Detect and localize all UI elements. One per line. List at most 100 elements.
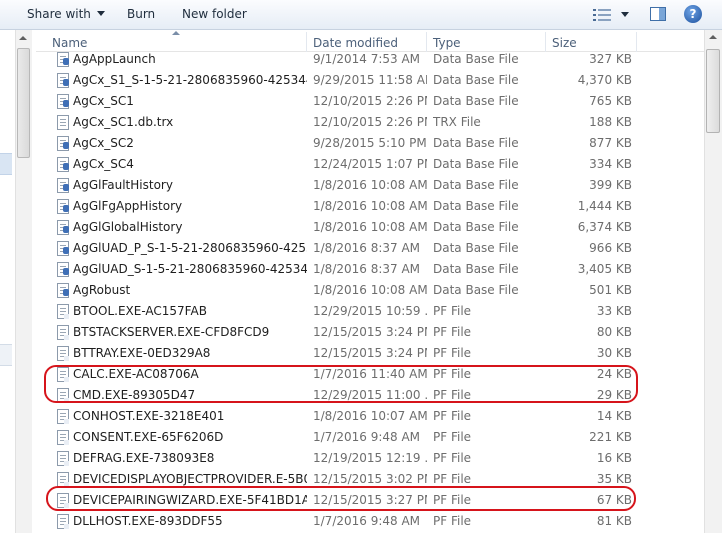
file-size: 1,444 KB xyxy=(577,199,632,213)
file-size: 877 KB xyxy=(589,136,632,150)
scroll-up-arrow-icon[interactable] xyxy=(709,35,717,39)
file-row[interactable]: AgGlUAD_P_S-1-5-21-2806835960-42534... 1/… xyxy=(36,238,704,259)
file-name: AgCx_S1_S-1-5-21-2806835960-42534407... xyxy=(73,73,307,87)
database-file-icon xyxy=(57,157,69,172)
file-type: PF File xyxy=(433,514,472,528)
file-type: Data Base File xyxy=(433,283,519,297)
prefetch-file-icon xyxy=(57,346,69,361)
database-file-icon xyxy=(57,136,69,151)
file-name: AgGlUAD_S-1-5-21-2806835960-4253440... xyxy=(73,262,307,276)
file-row[interactable]: AgGlUAD_S-1-5-21-2806835960-4253440... 1/… xyxy=(36,259,704,280)
change-view-icon[interactable] xyxy=(593,8,611,22)
file-row[interactable]: BTOOL.EXE-AC157FAB 12/29/2015 10:59 ... PF… xyxy=(36,301,704,322)
file-row[interactable]: AgCx_SC4 12/24/2015 1:07 PM Data Base File… xyxy=(36,154,704,175)
file-name: AgGlGlobalHistory xyxy=(73,220,183,234)
file-type: PF File xyxy=(433,325,472,339)
file-size: 81 KB xyxy=(596,514,632,528)
database-file-icon xyxy=(57,283,69,298)
file-name: BTTRAY.EXE-0ED329A8 xyxy=(73,346,211,360)
column-date-modified[interactable]: Date modified xyxy=(313,36,398,50)
highlight-ring xyxy=(46,486,636,511)
prefetch-file-icon xyxy=(57,325,69,340)
file-date-modified: 1/7/2016 9:48 AM xyxy=(313,514,421,528)
navigation-selected-item[interactable] xyxy=(0,153,12,175)
file-date-modified: 1/8/2016 10:08 AM xyxy=(313,283,427,297)
view-options-chevron-icon[interactable] xyxy=(621,12,629,17)
database-file-icon xyxy=(57,94,69,109)
file-name: AgAppLaunch xyxy=(73,52,156,66)
database-file-icon xyxy=(57,73,69,88)
file-size: 4,370 KB xyxy=(577,73,632,87)
file-date-modified: 12/10/2015 2:26 PM xyxy=(313,94,427,108)
preview-pane-icon[interactable] xyxy=(650,7,666,21)
share-with-button[interactable]: Share with xyxy=(27,7,105,21)
file-name: DEVICEDISPLAYOBJECTPROVIDER.E-5B0F... xyxy=(73,472,307,486)
column-name[interactable]: Name xyxy=(52,36,87,50)
file-name: DLLHOST.EXE-893DDF55 xyxy=(73,514,223,528)
file-type: PF File xyxy=(433,304,472,318)
file-row[interactable]: AgCx_S1_S-1-5-21-2806835960-42534407... 9… xyxy=(36,70,704,91)
file-row[interactable]: AgRobust 1/8/2016 10:08 AM Data Base File 5… xyxy=(36,280,704,301)
file-name: AgCx_SC1.db.trx xyxy=(73,115,174,129)
file-row[interactable]: AgAppLaunch 9/1/2014 7:53 AM Data Base Fil… xyxy=(36,49,704,70)
file-row[interactable]: CONSENT.EXE-65F6206D 1/7/2016 9:48 AM PF F… xyxy=(36,427,704,448)
file-list-scrollbar-thumb[interactable] xyxy=(706,49,720,133)
file-type: PF File xyxy=(433,430,472,444)
help-icon[interactable]: ? xyxy=(684,5,702,23)
file-icon xyxy=(57,115,69,130)
file-name: CONSENT.EXE-65F6206D xyxy=(73,430,224,444)
database-file-icon xyxy=(57,178,69,193)
file-size: 221 KB xyxy=(589,430,632,444)
file-name: AgCx_SC2 xyxy=(73,136,134,150)
database-file-icon xyxy=(57,52,69,67)
file-size: 14 KB xyxy=(596,409,632,423)
file-date-modified: 9/29/2015 11:58 AM xyxy=(313,73,427,87)
file-row[interactable]: AgCx_SC1.db.trx 12/10/2015 2:26 PM TRX Fil… xyxy=(36,112,704,133)
file-date-modified: 1/8/2016 10:07 AM xyxy=(313,409,427,423)
scroll-up-arrow-icon[interactable] xyxy=(19,36,27,40)
column-type[interactable]: Type xyxy=(433,36,461,50)
sort-ascending-icon xyxy=(172,31,180,35)
file-name: BTSTACKSERVER.EXE-CFD8FCD9 xyxy=(73,325,270,339)
file-row[interactable]: BTSTACKSERVER.EXE-CFD8FCD9 12/15/2015 3:2… xyxy=(36,322,704,343)
prefetch-file-icon xyxy=(57,430,69,445)
chevron-down-icon xyxy=(96,11,105,16)
file-size: 80 KB xyxy=(596,325,632,339)
file-size: 35 KB xyxy=(596,472,632,486)
file-name: AgCx_SC4 xyxy=(73,157,134,171)
file-type: TRX File xyxy=(433,115,481,129)
file-date-modified: 1/8/2016 10:08 AM xyxy=(313,199,427,213)
file-size: 327 KB xyxy=(589,52,632,66)
file-row[interactable]: BTTRAY.EXE-0ED329A8 12/15/2015 3:24 PM PF … xyxy=(36,343,704,364)
file-list: AgAppLaunch 9/1/2014 7:53 AM Data Base Fil… xyxy=(36,49,704,532)
file-type: Data Base File xyxy=(433,199,519,213)
file-row[interactable]: AgCx_SC1 12/10/2015 2:26 PM Data Base File… xyxy=(36,91,704,112)
burn-button[interactable]: Burn xyxy=(127,7,155,21)
file-date-modified: 12/10/2015 2:26 PM xyxy=(313,115,427,129)
file-row[interactable]: DLLHOST.EXE-893DDF55 1/7/2016 9:48 AM PF F… xyxy=(36,511,704,532)
navigation-scrollbar-thumb[interactable] xyxy=(17,48,30,158)
file-date-modified: 1/8/2016 8:37 AM xyxy=(313,241,421,255)
file-type: Data Base File xyxy=(433,178,519,192)
column-size[interactable]: Size xyxy=(552,36,577,50)
new-folder-button[interactable]: New folder xyxy=(182,7,247,21)
file-type: PF File xyxy=(433,451,472,465)
file-row[interactable]: DEFRAG.EXE-738093E8 12/19/2015 12:19 ... P… xyxy=(36,448,704,469)
file-date-modified: 12/15/2015 3:02 PM xyxy=(313,472,427,486)
file-row[interactable]: AgCx_SC2 9/28/2015 5:10 PM Data Base File 8… xyxy=(36,133,704,154)
file-name: AgRobust xyxy=(73,283,131,297)
file-row[interactable]: AgGlGlobalHistory 1/8/2016 10:08 AM Data B… xyxy=(36,217,704,238)
file-size: 966 KB xyxy=(589,241,632,255)
file-row[interactable]: AgGlFgAppHistory 1/8/2016 10:08 AM Data Ba… xyxy=(36,196,704,217)
file-size: 33 KB xyxy=(596,304,632,318)
command-bar: Share with Burn New folder ? xyxy=(0,0,722,30)
navigation-item[interactable] xyxy=(0,344,12,366)
file-date-modified: 12/15/2015 3:24 PM xyxy=(313,346,427,360)
file-date-modified: 9/1/2014 7:53 AM xyxy=(313,52,421,66)
file-type: Data Base File xyxy=(433,157,519,171)
file-row[interactable]: CONHOST.EXE-3218E401 1/8/2016 10:07 AM PF … xyxy=(36,406,704,427)
file-size: 3,405 KB xyxy=(577,262,632,276)
file-row[interactable]: AgGlFaultHistory 1/8/2016 10:08 AM Data Ba… xyxy=(36,175,704,196)
file-size: 16 KB xyxy=(596,451,632,465)
highlight-ring xyxy=(44,365,638,403)
